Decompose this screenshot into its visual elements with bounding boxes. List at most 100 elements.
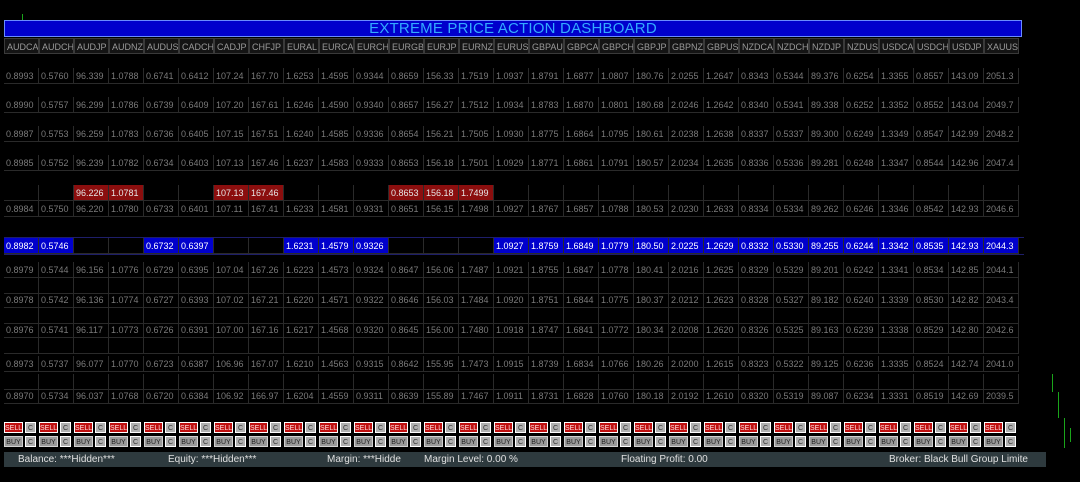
buy-button[interactable]: BUY bbox=[949, 436, 968, 447]
close-button[interactable]: C bbox=[270, 422, 281, 433]
close-button[interactable]: C bbox=[410, 422, 421, 433]
buy-button[interactable]: BUY bbox=[39, 436, 58, 447]
sell-button[interactable]: SELL bbox=[774, 422, 793, 433]
sell-button[interactable]: SELL bbox=[459, 422, 478, 433]
close-button[interactable]: C bbox=[900, 422, 911, 433]
close-button[interactable]: C bbox=[1005, 436, 1016, 447]
sell-button[interactable]: SELL bbox=[4, 422, 23, 433]
close-button[interactable]: C bbox=[760, 422, 771, 433]
buy-button[interactable]: BUY bbox=[284, 436, 303, 447]
close-button[interactable]: C bbox=[235, 422, 246, 433]
sell-button[interactable]: SELL bbox=[739, 422, 758, 433]
buy-button[interactable]: BUY bbox=[774, 436, 793, 447]
close-button[interactable]: C bbox=[95, 436, 106, 447]
close-button[interactable]: C bbox=[410, 436, 421, 447]
buy-button[interactable]: BUY bbox=[564, 436, 583, 447]
sell-button[interactable]: SELL bbox=[214, 422, 233, 433]
sell-button[interactable]: SELL bbox=[39, 422, 58, 433]
close-button[interactable]: C bbox=[60, 422, 71, 433]
sell-button[interactable]: SELL bbox=[704, 422, 723, 433]
sell-button[interactable]: SELL bbox=[319, 422, 338, 433]
buy-button[interactable]: BUY bbox=[634, 436, 653, 447]
close-button[interactable]: C bbox=[550, 422, 561, 433]
close-button[interactable]: C bbox=[830, 422, 841, 433]
close-button[interactable]: C bbox=[690, 436, 701, 447]
sell-button[interactable]: SELL bbox=[249, 422, 268, 433]
sell-button[interactable]: SELL bbox=[494, 422, 513, 433]
buy-button[interactable]: BUY bbox=[424, 436, 443, 447]
close-button[interactable]: C bbox=[515, 422, 526, 433]
buy-button[interactable]: BUY bbox=[389, 436, 408, 447]
close-button[interactable]: C bbox=[655, 436, 666, 447]
sell-button[interactable]: SELL bbox=[564, 422, 583, 433]
close-button[interactable]: C bbox=[305, 436, 316, 447]
close-button[interactable]: C bbox=[25, 436, 36, 447]
sell-button[interactable]: SELL bbox=[179, 422, 198, 433]
close-button[interactable]: C bbox=[235, 436, 246, 447]
sell-button[interactable]: SELL bbox=[389, 422, 408, 433]
buy-button[interactable]: BUY bbox=[494, 436, 513, 447]
buy-button[interactable]: BUY bbox=[809, 436, 828, 447]
sell-button[interactable]: SELL bbox=[879, 422, 898, 433]
close-button[interactable]: C bbox=[340, 436, 351, 447]
buy-button[interactable]: BUY bbox=[844, 436, 863, 447]
sell-button[interactable]: SELL bbox=[634, 422, 653, 433]
close-button[interactable]: C bbox=[95, 422, 106, 433]
sell-button[interactable]: SELL bbox=[844, 422, 863, 433]
close-button[interactable]: C bbox=[305, 422, 316, 433]
close-button[interactable]: C bbox=[130, 422, 141, 433]
close-button[interactable]: C bbox=[795, 436, 806, 447]
close-button[interactable]: C bbox=[375, 422, 386, 433]
close-button[interactable]: C bbox=[480, 422, 491, 433]
sell-button[interactable]: SELL bbox=[669, 422, 688, 433]
buy-button[interactable]: BUY bbox=[599, 436, 618, 447]
close-button[interactable]: C bbox=[970, 436, 981, 447]
sell-button[interactable]: SELL bbox=[599, 422, 618, 433]
close-button[interactable]: C bbox=[1005, 422, 1016, 433]
close-button[interactable]: C bbox=[795, 422, 806, 433]
close-button[interactable]: C bbox=[25, 422, 36, 433]
close-button[interactable]: C bbox=[865, 422, 876, 433]
close-button[interactable]: C bbox=[340, 422, 351, 433]
close-button[interactable]: C bbox=[60, 436, 71, 447]
close-button[interactable]: C bbox=[865, 436, 876, 447]
buy-button[interactable]: BUY bbox=[319, 436, 338, 447]
close-button[interactable]: C bbox=[830, 436, 841, 447]
buy-button[interactable]: BUY bbox=[984, 436, 1003, 447]
sell-button[interactable]: SELL bbox=[144, 422, 163, 433]
close-button[interactable]: C bbox=[200, 422, 211, 433]
close-button[interactable]: C bbox=[970, 422, 981, 433]
buy-button[interactable]: BUY bbox=[704, 436, 723, 447]
buy-button[interactable]: BUY bbox=[214, 436, 233, 447]
close-button[interactable]: C bbox=[515, 436, 526, 447]
close-button[interactable]: C bbox=[725, 436, 736, 447]
sell-button[interactable]: SELL bbox=[354, 422, 373, 433]
close-button[interactable]: C bbox=[270, 436, 281, 447]
close-button[interactable]: C bbox=[130, 436, 141, 447]
sell-button[interactable]: SELL bbox=[109, 422, 128, 433]
close-button[interactable]: C bbox=[375, 436, 386, 447]
close-button[interactable]: C bbox=[445, 422, 456, 433]
buy-button[interactable]: BUY bbox=[74, 436, 93, 447]
sell-button[interactable]: SELL bbox=[424, 422, 443, 433]
buy-button[interactable]: BUY bbox=[669, 436, 688, 447]
buy-button[interactable]: BUY bbox=[109, 436, 128, 447]
close-button[interactable]: C bbox=[935, 422, 946, 433]
buy-button[interactable]: BUY bbox=[459, 436, 478, 447]
close-button[interactable]: C bbox=[200, 436, 211, 447]
close-button[interactable]: C bbox=[585, 422, 596, 433]
close-button[interactable]: C bbox=[620, 422, 631, 433]
sell-button[interactable]: SELL bbox=[914, 422, 933, 433]
close-button[interactable]: C bbox=[620, 436, 631, 447]
close-button[interactable]: C bbox=[585, 436, 596, 447]
close-button[interactable]: C bbox=[935, 436, 946, 447]
close-button[interactable]: C bbox=[550, 436, 561, 447]
buy-button[interactable]: BUY bbox=[739, 436, 758, 447]
buy-button[interactable]: BUY bbox=[529, 436, 548, 447]
sell-button[interactable]: SELL bbox=[809, 422, 828, 433]
close-button[interactable]: C bbox=[725, 422, 736, 433]
close-button[interactable]: C bbox=[655, 422, 666, 433]
close-button[interactable]: C bbox=[900, 436, 911, 447]
close-button[interactable]: C bbox=[445, 436, 456, 447]
buy-button[interactable]: BUY bbox=[914, 436, 933, 447]
